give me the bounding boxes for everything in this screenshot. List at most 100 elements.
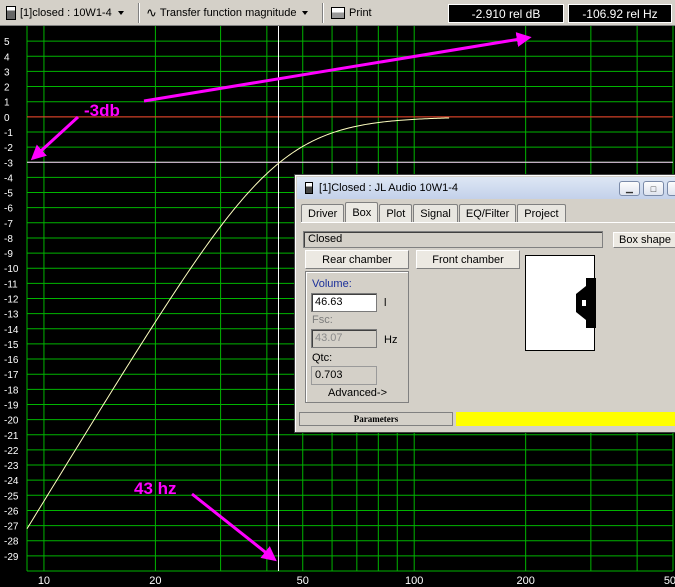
y-tick-label: 0: [4, 113, 10, 124]
wave-icon: ∿: [146, 5, 157, 21]
rear-chamber-button[interactable]: Rear chamber: [305, 250, 409, 269]
qtc-label: Qtc:: [312, 352, 333, 364]
y-tick-label: -1: [4, 128, 13, 139]
printer-icon: [331, 7, 345, 19]
y-tick-label: -5: [4, 189, 13, 200]
maximize-icon: □: [650, 183, 657, 194]
y-tick-label: 1: [4, 98, 10, 109]
y-tick-label: -22: [4, 446, 19, 457]
y-tick-label: 3: [4, 67, 10, 78]
annotation-minus-3db: -3db: [84, 101, 120, 120]
tab-project[interactable]: Project: [517, 204, 566, 223]
minimize-button[interactable]: ▁: [619, 181, 640, 196]
y-tick-label: -26: [4, 506, 19, 517]
fsc-label: Fsc:: [312, 314, 333, 326]
toolbar-separator: [322, 3, 324, 23]
maximize-button[interactable]: □: [643, 181, 664, 196]
y-tick-label: -23: [4, 461, 19, 472]
arrow-minus-3db: [30, 115, 80, 161]
y-tick-label: -29: [4, 552, 19, 563]
annotation-43hz: 43 hz: [134, 479, 177, 498]
y-tick-label: 4: [4, 52, 10, 63]
view-selector[interactable]: ∿ Transfer function magnitude: [146, 3, 309, 23]
dialog-title: [1]Closed : JL Audio 10W1-4: [319, 182, 459, 194]
fsc-unit: Hz: [384, 334, 398, 346]
arrow-43hz: [191, 492, 277, 562]
y-tick-label: -13: [4, 310, 19, 321]
x-tick-label: 200: [516, 575, 534, 587]
y-tick-label: -4: [4, 173, 13, 184]
y-tick-label: -11: [4, 279, 18, 290]
x-tick-label: 50: [297, 575, 309, 587]
tab-signal[interactable]: Signal: [413, 204, 458, 223]
print-button[interactable]: Print: [331, 3, 372, 23]
advanced-button[interactable]: Advanced->: [328, 387, 387, 399]
enclosure-type-select[interactable]: Closed: [303, 231, 603, 248]
y-tick-label: -15: [4, 340, 19, 351]
y-tick-label: -21: [4, 431, 19, 442]
y-tick-label: -9: [4, 249, 13, 260]
qtc-value: 0.703: [311, 366, 377, 385]
document-selector[interactable]: [1]closed : 10W1-4: [6, 3, 124, 23]
y-tick-label: -16: [4, 355, 19, 366]
readout-hz: -106.92 rel Hz: [568, 4, 672, 23]
box-preview: [525, 255, 596, 351]
chevron-down-icon: [117, 11, 124, 15]
front-chamber-button[interactable]: Front chamber: [416, 250, 520, 269]
box-shape-button[interactable]: Box shape: [613, 232, 675, 248]
x-tick-label: 500: [664, 575, 675, 587]
dialog-tabs: Driver Box Plot Signal EQ/Filter Project: [301, 202, 567, 223]
minimize-icon: ▁: [626, 183, 633, 193]
tab-plot[interactable]: Plot: [379, 204, 413, 223]
status-progress: [456, 412, 675, 426]
chamber-parameters-group: Volume: 46.63 l Fsc: 43.07 Hz Qtc: 0.703…: [305, 271, 409, 403]
y-tick-label: -12: [4, 295, 19, 306]
y-tick-label: -27: [4, 522, 19, 533]
y-tick-label: -8: [4, 234, 13, 245]
y-tick-label: -2: [4, 143, 13, 154]
y-tick-label: -3: [4, 158, 13, 169]
tab-driver[interactable]: Driver: [301, 204, 345, 223]
toolbar: [1]closed : 10W1-4 ∿ Transfer function m…: [0, 0, 675, 26]
y-tick-label: -28: [4, 537, 19, 548]
y-tick-label: -25: [4, 491, 19, 502]
y-tick-label: -24: [4, 476, 19, 487]
view-label: Transfer function magnitude: [159, 7, 297, 19]
box-panel: Closed Box shape Rear chamber Front cham…: [301, 222, 675, 408]
volume-input[interactable]: 46.63: [311, 293, 377, 312]
document-icon: [305, 182, 313, 194]
fsc-input: 43.07: [311, 329, 377, 348]
print-label: Print: [349, 7, 372, 19]
x-tick-label: 100: [405, 575, 423, 587]
toolbar-separator: [138, 3, 140, 23]
y-tick-label: -20: [4, 416, 19, 427]
status-bar: Parameters: [299, 412, 675, 426]
x-tick-label: 10: [38, 575, 50, 587]
enclosure-dialog: [1]Closed : JL Audio 10W1-4 ▁ □ ✕ Driver…: [294, 174, 675, 433]
y-tick-label: -19: [4, 400, 19, 411]
tab-eq-filter[interactable]: EQ/Filter: [458, 204, 517, 223]
y-tick-label: -7: [4, 219, 13, 230]
volume-label: Volume:: [312, 278, 352, 290]
x-tick-label: 20: [149, 575, 161, 587]
y-tick-label: -6: [4, 204, 13, 215]
document-icon: [6, 6, 16, 20]
volume-unit: l: [384, 297, 387, 309]
y-tick-label: 2: [4, 83, 10, 94]
speaker-driver-icon: [576, 278, 596, 328]
y-tick-label: 5: [4, 37, 10, 48]
y-tick-label: -14: [4, 325, 19, 336]
tab-box[interactable]: Box: [345, 202, 379, 223]
enclosure-type-value: Closed: [308, 233, 343, 245]
y-tick-label: -18: [4, 385, 19, 396]
close-button[interactable]: ✕: [667, 181, 675, 196]
document-label: [1]closed : 10W1-4: [20, 7, 112, 19]
readout-db: -2.910 rel dB: [448, 4, 564, 23]
y-tick-label: -17: [4, 370, 19, 381]
dialog-titlebar[interactable]: [1]Closed : JL Audio 10W1-4 ▁ □ ✕: [297, 177, 675, 199]
progress-fill: [456, 412, 675, 426]
y-tick-label: -10: [4, 264, 19, 275]
arrow-readout: [143, 32, 532, 103]
chevron-down-icon: [302, 11, 309, 15]
status-parameters: Parameters: [299, 412, 453, 426]
